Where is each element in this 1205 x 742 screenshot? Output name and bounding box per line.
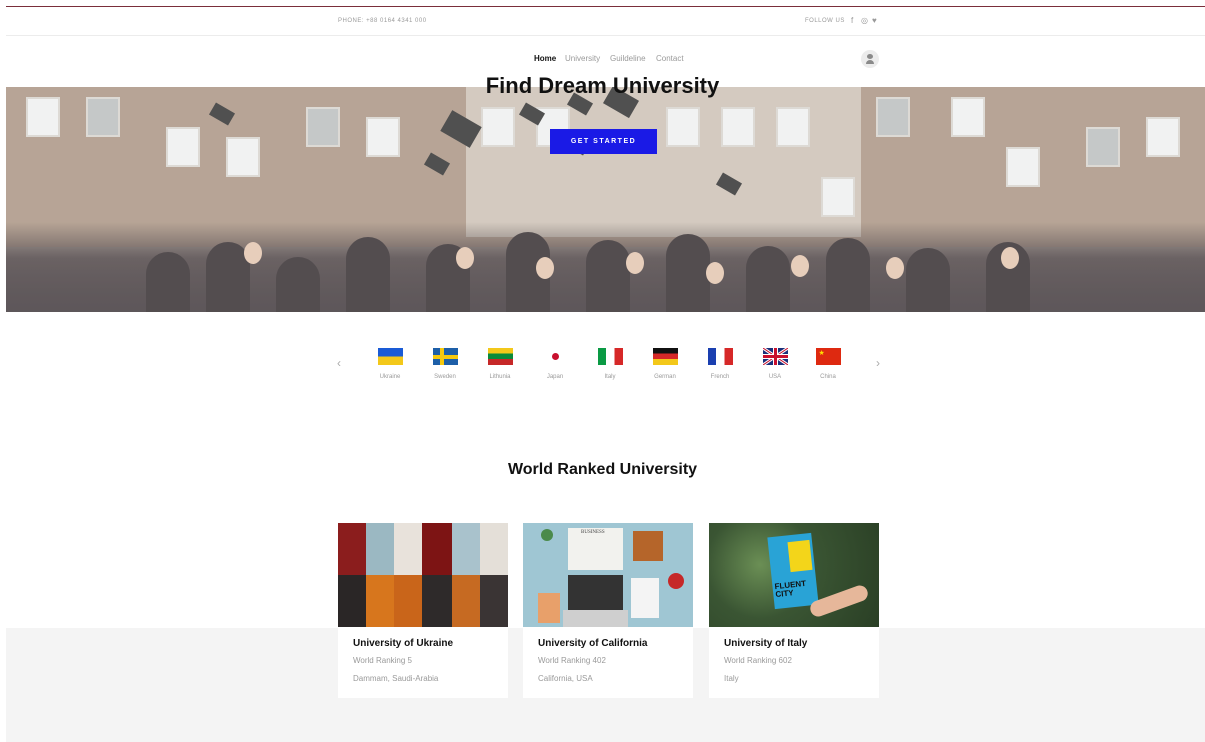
university-name: University of Italy bbox=[724, 638, 808, 649]
university-card[interactable]: BUSINESS University of California World … bbox=[523, 523, 693, 698]
country-label: Ukraine bbox=[379, 374, 401, 380]
country-label: Sweden bbox=[434, 374, 456, 380]
japan-flag-icon bbox=[542, 348, 568, 365]
country-ukraine[interactable]: Ukraine bbox=[370, 348, 410, 380]
university-card[interactable]: University of Ukraine World Ranking 5 Da… bbox=[338, 523, 508, 698]
get-started-button[interactable]: GET STARTED bbox=[550, 129, 657, 154]
university-location: California, USA bbox=[538, 674, 593, 683]
follow-us-label: FOLLOW US bbox=[805, 18, 845, 24]
university-location: Italy bbox=[724, 674, 739, 683]
country-label: China bbox=[820, 374, 836, 380]
china-flag-icon: ★ bbox=[815, 348, 841, 365]
nav-university[interactable]: University bbox=[565, 54, 600, 63]
carousel-prev-icon[interactable]: ‹ bbox=[337, 356, 341, 370]
university-name: University of Ukraine bbox=[353, 638, 454, 649]
book-in-hand-image: FLUENT CITY bbox=[709, 523, 879, 627]
university-rank: World Ranking 602 bbox=[724, 656, 792, 665]
top-bar: PHONE: +88 0164 4341 000 FOLLOW US f ◎ ♥ bbox=[6, 7, 1205, 36]
country-italy[interactable]: Italy bbox=[590, 348, 630, 380]
ukraine-flag-icon bbox=[377, 348, 403, 365]
france-flag-icon bbox=[707, 348, 733, 365]
hero-banner bbox=[6, 87, 1205, 312]
country-usa[interactable]: USA bbox=[755, 348, 795, 380]
country-france[interactable]: French bbox=[700, 348, 740, 380]
university-rank: World Ranking 402 bbox=[538, 656, 606, 665]
country-sweden[interactable]: Sweden bbox=[425, 348, 465, 380]
newspaper-title: BUSINESS bbox=[581, 530, 605, 535]
carousel-next-icon[interactable]: › bbox=[876, 356, 880, 370]
instagram-icon[interactable]: ◎ bbox=[861, 16, 868, 25]
germany-flag-icon bbox=[652, 348, 678, 365]
nav-contact[interactable]: Contact bbox=[656, 54, 684, 63]
country-label: French bbox=[710, 374, 730, 380]
lithuania-flag-icon bbox=[487, 348, 513, 365]
country-japan[interactable]: Japan bbox=[535, 348, 575, 380]
desk-workspace-image: BUSINESS bbox=[523, 523, 693, 627]
country-lithuania[interactable]: Lithunia bbox=[480, 348, 520, 380]
university-location: Dammam, Saudi-Arabia bbox=[353, 674, 439, 683]
hero-title: Find Dream University bbox=[485, 73, 720, 98]
user-avatar-icon[interactable] bbox=[861, 50, 879, 68]
facebook-icon[interactable]: f bbox=[851, 16, 853, 25]
twitter-icon[interactable]: ♥ bbox=[872, 16, 877, 25]
section-title: World Ranked University bbox=[507, 461, 698, 478]
nav-home[interactable]: Home bbox=[534, 54, 556, 63]
lockers-image bbox=[338, 523, 508, 627]
phone-number: PHONE: +88 0164 4341 000 bbox=[338, 18, 427, 24]
uk-flag-icon bbox=[762, 348, 788, 365]
country-germany[interactable]: German bbox=[645, 348, 685, 380]
country-label: USA bbox=[768, 374, 782, 380]
university-rank: World Ranking 5 bbox=[353, 656, 412, 665]
university-card[interactable]: FLUENT CITY University of Italy World Ra… bbox=[709, 523, 879, 698]
country-label: Japan bbox=[546, 374, 564, 380]
country-label: Italy bbox=[604, 374, 616, 380]
country-label: German bbox=[654, 374, 676, 380]
sweden-flag-icon bbox=[432, 348, 458, 365]
country-label: Lithunia bbox=[489, 374, 511, 380]
university-name: University of California bbox=[538, 638, 648, 649]
country-china[interactable]: ★ China bbox=[808, 348, 848, 380]
italy-flag-icon bbox=[597, 348, 623, 365]
nav-guideline[interactable]: Guildeline bbox=[610, 54, 646, 63]
